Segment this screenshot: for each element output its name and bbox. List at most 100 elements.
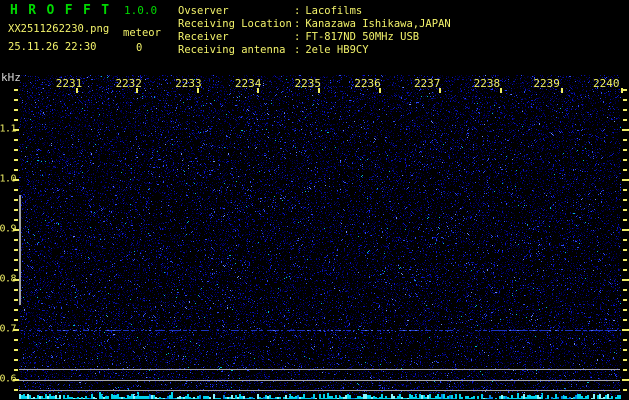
freq-minor-tick <box>623 99 627 101</box>
station-info-separator: : <box>294 5 301 17</box>
freq-minor-tick <box>623 219 627 221</box>
freq-minor-tick <box>623 269 627 271</box>
freq-minor-tick <box>623 189 627 191</box>
freq-minor-tick <box>14 389 18 391</box>
freq-minor-tick <box>623 359 627 361</box>
station-info-value: FT-817ND 50MHz USB <box>305 31 420 43</box>
freq-minor-tick <box>14 249 18 251</box>
freq-minor-tick <box>14 299 18 301</box>
time-tick-label: 2231 <box>55 77 83 90</box>
freq-major-tick <box>622 179 629 181</box>
freq-minor-tick <box>623 109 627 111</box>
output-filename: XX2511262230.png <box>8 23 110 35</box>
freq-minor-tick <box>623 149 627 151</box>
freq-major-tick <box>13 179 19 181</box>
minute-tick <box>378 88 381 93</box>
time-tick-label: 2237 <box>413 77 441 90</box>
freq-minor-tick <box>14 139 18 141</box>
station-info-value: Kanazawa Ishikawa,JAPAN <box>305 18 451 30</box>
level-reference-line <box>19 369 620 370</box>
minute-tick <box>318 88 321 93</box>
freq-major-tick <box>13 329 19 331</box>
minute-tick <box>75 88 78 93</box>
freq-minor-tick <box>623 319 627 321</box>
freq-minor-tick <box>623 249 627 251</box>
station-info-separator: : <box>294 18 301 30</box>
freq-minor-tick <box>623 89 627 91</box>
freq-minor-tick <box>623 349 627 351</box>
freq-major-tick <box>622 129 629 131</box>
freq-minor-tick <box>623 169 627 171</box>
freq-minor-tick <box>14 209 18 211</box>
freq-minor-tick <box>623 139 627 141</box>
freq-minor-tick <box>623 299 627 301</box>
station-info-row: Receiving Location: Kanazawa Ishikawa,JAP… <box>178 18 451 31</box>
freq-minor-tick <box>14 349 18 351</box>
time-tick-label: 2238 <box>473 77 501 90</box>
freq-minor-tick <box>623 289 627 291</box>
freq-minor-tick <box>14 319 18 321</box>
station-info-label: Receiving antenna <box>178 44 286 56</box>
minute-tick <box>196 88 199 93</box>
freq-minor-tick <box>14 269 18 271</box>
freq-minor-tick <box>623 199 627 201</box>
station-info-label: Receiving Location <box>178 18 292 30</box>
freq-minor-tick <box>14 119 18 121</box>
minute-tick <box>257 88 260 93</box>
freq-minor-tick <box>623 209 627 211</box>
freq-axis-unit: kHz <box>1 71 21 84</box>
station-info-label: Receiver <box>178 31 229 43</box>
station-info-separator: : <box>294 31 301 43</box>
freq-major-tick <box>622 229 629 231</box>
capture-datetime: 25.11.26 22:30 <box>8 41 97 53</box>
station-info-value: 2ele HB9CY <box>305 44 369 56</box>
freq-minor-tick <box>14 189 18 191</box>
station-info: Ovserver: Lacofilms Receiving Location: Kan… <box>178 5 451 57</box>
meteor-count: 0 <box>136 42 143 54</box>
freq-minor-tick <box>14 369 18 371</box>
freq-major-tick <box>622 279 629 281</box>
freq-major-tick <box>622 379 629 381</box>
spectrogram-canvas <box>19 75 621 399</box>
station-info-value: Lacofilms <box>305 5 363 17</box>
app-title: H R O F F T <box>10 3 111 18</box>
freq-minor-tick <box>14 109 18 111</box>
time-tick-label: 2240 <box>593 77 620 90</box>
time-tick-label: 2236 <box>354 77 381 90</box>
freq-minor-tick <box>623 119 627 121</box>
minute-tick <box>560 88 563 93</box>
freq-minor-tick <box>623 389 627 391</box>
freq-minor-tick <box>14 99 18 101</box>
freq-minor-tick <box>14 89 18 91</box>
freq-minor-tick <box>14 159 18 161</box>
freq-major-tick <box>622 329 629 331</box>
app-version: 1.0.0 <box>124 4 158 17</box>
freq-major-tick <box>13 129 19 131</box>
minute-tick <box>500 88 503 93</box>
level-reference-line <box>19 379 620 381</box>
station-info-separator: : <box>294 44 301 56</box>
station-info-row: Receiving antenna:2ele HB9CY <box>178 44 451 57</box>
freq-minor-tick <box>623 309 627 311</box>
freq-minor-tick <box>14 309 18 311</box>
hrofft-screen: H R O F F T 1.0.0 XX2511262230.png meteo… <box>0 0 629 400</box>
time-tick-label: 2239 <box>533 77 560 90</box>
freq-minor-tick <box>623 339 627 341</box>
freq-minor-tick <box>14 149 18 151</box>
freq-minor-tick <box>14 359 18 361</box>
freq-minor-tick <box>14 289 18 291</box>
freq-minor-tick <box>14 169 18 171</box>
freq-minor-tick <box>14 199 18 201</box>
vertical-marker-line <box>19 195 21 305</box>
mode-label: meteor <box>123 27 161 39</box>
freq-minor-tick <box>14 239 18 241</box>
minute-tick <box>136 88 139 93</box>
station-info-row: Receiver: FT-817ND 50MHz USB <box>178 31 451 44</box>
freq-minor-tick <box>623 369 627 371</box>
freq-minor-tick <box>14 259 18 261</box>
freq-minor-tick <box>14 339 18 341</box>
station-info-row: Ovserver: Lacofilms <box>178 5 451 18</box>
freq-minor-tick <box>623 259 627 261</box>
station-info-label: Ovserver <box>178 5 229 17</box>
time-tick-label: 2235 <box>294 77 322 90</box>
